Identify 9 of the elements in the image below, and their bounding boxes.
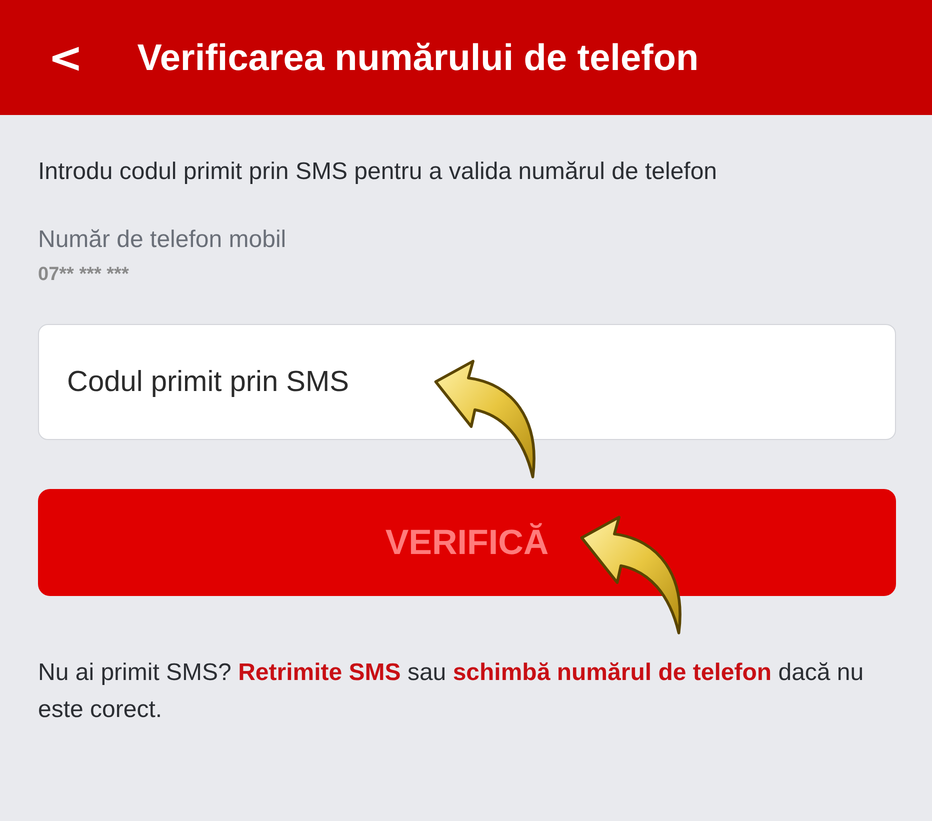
code-input-field[interactable]: Codul primit prin SMS — [38, 324, 896, 440]
phone-number: 07** *** *** — [38, 264, 130, 286]
text-link[interactable]: Retrimite SMS — [238, 659, 401, 686]
page-title: Verificarea numărului de telefon — [137, 36, 699, 78]
phone-label: Număr de telefon mobil — [38, 226, 288, 254]
resend-text: Nu ai primit SMS? Retrimite SMS sau schimbă numărul de telefon dacă nu este corect. — [38, 658, 865, 725]
back-button[interactable]: < — [44, 33, 88, 82]
text-link[interactable]: schimbă numărul de telefon — [452, 659, 772, 686]
instruction-text: Introdu codul primit prin SMS pentru a valida numărul de telefon — [38, 157, 718, 187]
